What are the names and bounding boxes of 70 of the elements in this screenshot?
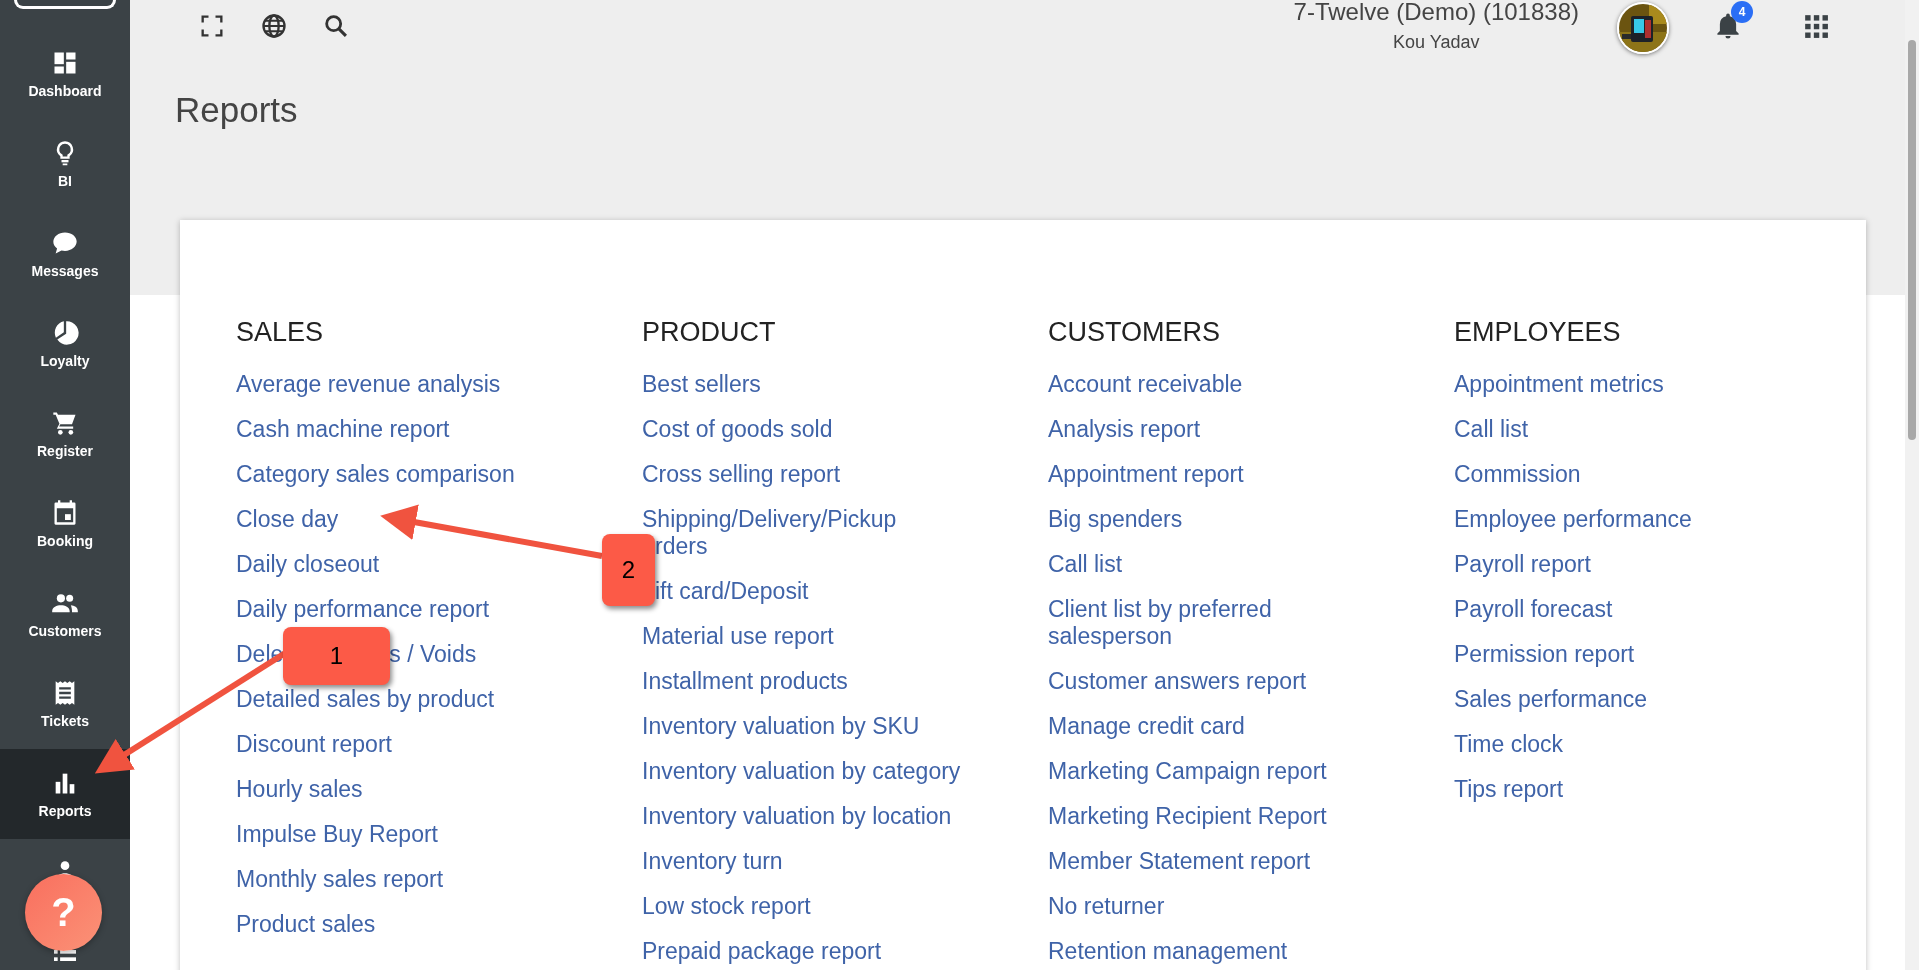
report-link[interactable]: Employee performance [1454,506,1692,533]
report-link[interactable]: Cross selling report [642,461,841,488]
report-link[interactable]: Category sales comparison [236,461,515,488]
report-link[interactable]: rders [655,533,708,560]
section-heading: CUSTOMERS [1048,316,1221,349]
report-link[interactable]: Tips report [1454,776,1564,803]
sidebar-item[interactable]: Loyalty [0,299,130,389]
section-heading: EMPLOYEES [1454,316,1621,349]
section-heading: PRODUCT [642,316,776,349]
report-link[interactable]: Material use report [642,623,834,650]
sidebar-item[interactable]: Reports [0,749,130,839]
report-link[interactable]: Appointment metrics [1454,371,1664,398]
report-link[interactable]: Payroll report [1454,551,1591,578]
step-callout: 2 [602,534,655,606]
report-link[interactable]: Product sales [236,911,376,938]
report-link[interactable]: Low stock report [642,893,811,920]
report-link[interactable]: Average revenue analysis [236,371,501,398]
report-link[interactable]: Client list by preferred [1048,596,1272,623]
report-link[interactable]: Close day [236,506,339,533]
sidebar-item[interactable]: Customers [0,569,130,659]
section-heading: SALES [236,316,324,349]
report-link[interactable]: Hourly sales [236,776,363,803]
report-link[interactable]: Monthly sales report [236,866,444,893]
report-link[interactable]: Call list [1454,416,1529,443]
report-link[interactable]: Inventory valuation by SKU [642,713,920,740]
store-name: 7-Twelve (Demo) (101838) [1293,0,1579,26]
report-link[interactable]: s / Voids [389,641,477,668]
report-link[interactable]: No returner [1048,893,1165,920]
report-link[interactable]: Daily performance report [236,596,490,623]
report-link[interactable]: Manage credit card [1048,713,1245,740]
sidebar-item[interactable]: Dashboard [0,29,130,119]
sidebar-item[interactable]: BI [0,119,130,209]
report-link[interactable]: Marketing Campaign report [1048,758,1327,785]
report-link[interactable]: Best sellers [642,371,761,398]
report-link[interactable]: Inventory valuation by location [642,803,952,830]
report-link[interactable]: ift card/Deposit [655,578,809,605]
report-link[interactable]: Account receivable [1048,371,1243,398]
step-callout: 1 [283,627,390,685]
page-title: Reports [175,90,299,130]
report-link[interactable]: Impulse Buy Report [236,821,438,848]
report-link[interactable]: Daily closeout [236,551,380,578]
user-name: Kou Yadav [1393,31,1480,53]
report-link[interactable]: Appointment report [1048,461,1244,488]
report-link[interactable]: Payroll forecast [1454,596,1613,623]
report-link[interactable]: salesperson [1048,623,1173,650]
report-link[interactable]: Discount report [236,731,392,758]
report-link[interactable]: Cash machine report [236,416,450,443]
notification-count: 4 [1731,1,1753,23]
report-link[interactable]: Member Statement report [1048,848,1311,875]
report-link[interactable]: Retention management [1048,938,1288,965]
report-link[interactable]: Detailed sales by product [236,686,495,713]
sidebar-item[interactable]: Messages [0,209,130,299]
report-link[interactable]: Analysis report [1048,416,1201,443]
report-link[interactable]: Sales performance [1454,686,1648,713]
report-link[interactable]: Call list [1048,551,1123,578]
report-link[interactable]: Installment products [642,668,848,695]
report-link[interactable]: Commission [1454,461,1581,488]
report-link[interactable]: Shipping/Delivery/Pickup [642,506,897,533]
report-link[interactable]: Marketing Recipient Report [1048,803,1327,830]
report-link[interactable]: Cost of goods sold [642,416,833,443]
report-link[interactable]: Time clock [1454,731,1564,758]
sidebar-item[interactable]: Booking [0,479,130,569]
report-link[interactable]: Prepaid package report [642,938,882,965]
report-link[interactable]: Big spenders [1048,506,1183,533]
report-link[interactable]: Customer answers report [1048,668,1307,695]
sidebar-item[interactable]: Register [0,389,130,479]
report-link[interactable]: Permission report [1454,641,1635,668]
report-link[interactable]: Inventory turn [642,848,783,875]
report-link[interactable]: Inventory valuation by category [642,758,961,785]
sidebar-item[interactable]: Tickets [0,659,130,749]
